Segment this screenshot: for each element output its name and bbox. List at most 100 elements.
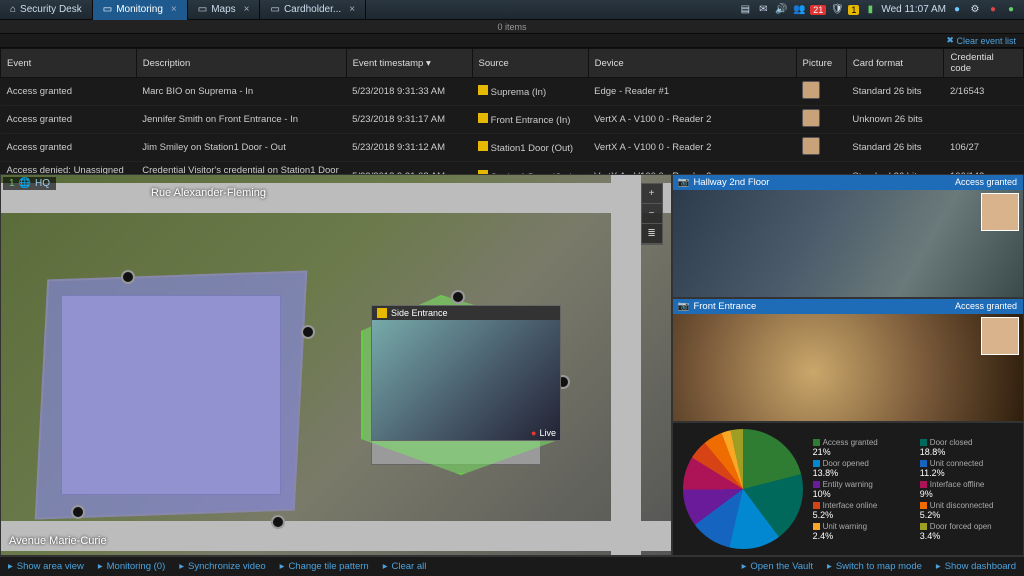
map-layers[interactable]: ≣ xyxy=(642,224,662,244)
close-icon[interactable]: × xyxy=(171,4,177,15)
tray-icon[interactable]: ● xyxy=(1004,3,1018,17)
avatar[interactable] xyxy=(802,81,820,99)
legend-label: Door closed xyxy=(930,438,973,447)
legend-item[interactable]: Unit warning2.4% xyxy=(813,522,910,541)
tray-signal-icon[interactable]: ▮ xyxy=(863,3,877,17)
cell-event: Access granted xyxy=(1,78,137,106)
col-header[interactable]: Device xyxy=(588,49,796,78)
tray-settings-icon[interactable]: ⚙ xyxy=(968,3,982,17)
clear-icon: ✖ xyxy=(946,35,954,46)
sb-monitoring-0-[interactable]: ▸Monitoring (0) xyxy=(98,561,165,572)
system-tray: ▤ ✉ 🔊 👥 21 🛡 1 ▮ Wed 11:07 AM ● ⚙ ● ● xyxy=(738,3,1024,17)
legend-item[interactable]: Interface offline9% xyxy=(920,480,1017,499)
home-icon: ⌂ xyxy=(10,4,16,15)
sb-synchronize-video[interactable]: ▸Synchronize video xyxy=(179,561,265,572)
tray-icon[interactable]: 👥 xyxy=(792,3,806,17)
legend-swatch xyxy=(813,481,820,488)
legend-item[interactable]: Interface online5.2% xyxy=(813,501,910,520)
map-camera-dot[interactable] xyxy=(301,325,315,339)
legend-item[interactable]: Unit connected11.2% xyxy=(920,459,1017,478)
mapmode-icon: ▸ xyxy=(827,561,832,572)
cell-fmt: Unknown 26 bits xyxy=(846,106,944,134)
cell-event: Access granted xyxy=(1,134,137,162)
tray-icon[interactable]: ▤ xyxy=(738,3,752,17)
street-label: Avenue Marie-Curie xyxy=(9,535,107,547)
tray-volume-icon[interactable]: 🔊 xyxy=(774,3,788,17)
tab-label: Maps xyxy=(211,4,235,15)
table-row[interactable]: Access grantedMarc BIO on Suprema - In5/… xyxy=(1,78,1024,106)
sb-label: Show dashboard xyxy=(945,561,1016,572)
popup-video[interactable]: Live xyxy=(372,320,560,440)
legend-pct: 10% xyxy=(813,489,910,499)
col-header[interactable]: Source xyxy=(472,49,588,78)
legend-pct: 18.8% xyxy=(920,447,1017,457)
avatar[interactable] xyxy=(802,137,820,155)
legend-label: Unit disconnected xyxy=(930,501,994,510)
tab-maps[interactable]: ▭Maps× xyxy=(188,0,261,20)
legend-item[interactable]: Access granted21% xyxy=(813,438,910,457)
sb-change-tile-pattern[interactable]: ▸Change tile pattern xyxy=(280,561,369,572)
legend-item[interactable]: Door forced open3.4% xyxy=(920,522,1017,541)
pie-chart[interactable] xyxy=(683,429,803,549)
legend-item[interactable]: Unit disconnected5.2% xyxy=(920,501,1017,520)
close-icon[interactable]: × xyxy=(349,4,355,15)
map-panel[interactable]: Rue Alexander-Fleming Avenue Marie-Curie… xyxy=(0,174,672,556)
sb-label: Switch to map mode xyxy=(836,561,922,572)
tray-alert-badge[interactable]: 21 xyxy=(810,5,826,15)
cell-event: Access granted xyxy=(1,106,137,134)
map-camera-dot[interactable] xyxy=(271,515,285,529)
col-header[interactable]: Event xyxy=(1,49,137,78)
map-camera-dot[interactable] xyxy=(121,270,135,284)
face-thumbnail[interactable] xyxy=(981,317,1019,355)
legend-pct: 5.2% xyxy=(920,510,1017,520)
col-header[interactable]: Event timestamp ▾ xyxy=(346,49,472,78)
legend-swatch xyxy=(813,460,820,467)
app-tab[interactable]: ⌂ Security Desk xyxy=(0,0,93,20)
sb-show-area-view[interactable]: ▸Show area view xyxy=(8,561,84,572)
tray-icon[interactable]: ● xyxy=(986,3,1000,17)
tab-monitoring[interactable]: ▭Monitoring× xyxy=(93,0,188,20)
table-row[interactable]: Access grantedJim Smiley on Station1 Doo… xyxy=(1,134,1024,162)
map-zoom-in[interactable]: + xyxy=(642,184,662,204)
cell-cred: 2/16543 xyxy=(944,78,1024,106)
tab-cardholder-[interactable]: ▭Cardholder...× xyxy=(260,0,366,20)
table-row[interactable]: Access grantedJennifer Smith on Front En… xyxy=(1,106,1024,134)
sb-open-the-vault[interactable]: ▸Open the Vault xyxy=(742,561,813,572)
face-thumbnail[interactable] xyxy=(981,193,1019,231)
legend-pct: 21% xyxy=(813,447,910,457)
video-tile-hallway[interactable]: 📷Hallway 2nd Floor Access granted xyxy=(672,174,1024,298)
tray-icon[interactable]: 🛡 xyxy=(830,3,844,17)
map-zoom-out[interactable]: − xyxy=(642,204,662,224)
legend-item[interactable]: Door closed18.8% xyxy=(920,438,1017,457)
col-header[interactable]: Credential code xyxy=(944,49,1024,78)
map-camera-dot[interactable] xyxy=(451,290,465,304)
tray-icon[interactable]: ● xyxy=(950,3,964,17)
map-camera-popup[interactable]: Side Entrance Live xyxy=(371,305,561,441)
video-tile-front[interactable]: 📷Front Entrance Access granted xyxy=(672,298,1024,422)
camera-icon: 📷 xyxy=(678,177,690,188)
avatar[interactable] xyxy=(802,109,820,127)
legend-item[interactable]: Door opened13.8% xyxy=(813,459,910,478)
tray-warn-badge[interactable]: 1 xyxy=(848,5,859,15)
sb-label: Open the Vault xyxy=(750,561,813,572)
sb-switch-to-map-mode[interactable]: ▸ Switch to map mode xyxy=(827,561,922,572)
map-zone-a[interactable] xyxy=(35,270,308,519)
cell-dev: VertX A - V100 0 - Reader 2 xyxy=(588,106,796,134)
main-area: Rue Alexander-Fleming Avenue Marie-Curie… xyxy=(0,174,1024,556)
table-row[interactable]: Access denied: Unassigned credentialCred… xyxy=(1,162,1024,175)
map-camera-dot[interactable] xyxy=(71,505,85,519)
live-badge: Live xyxy=(531,428,556,438)
cell-src: Front Entrance (In) xyxy=(472,106,588,134)
tray-icon[interactable]: ✉ xyxy=(756,3,770,17)
col-header[interactable]: Description xyxy=(136,49,346,78)
clear-event-list[interactable]: ✖ Clear event list xyxy=(0,34,1024,48)
close-icon[interactable]: × xyxy=(244,4,250,15)
cell-fmt: Standard 26 bits xyxy=(846,162,944,175)
legend-item[interactable]: Entity warning10% xyxy=(813,480,910,499)
cell-pic xyxy=(796,162,846,175)
sb-clear-all[interactable]: ▸Clear all xyxy=(383,561,427,572)
col-header[interactable]: Card format xyxy=(846,49,944,78)
sb-show-dashboard[interactable]: ▸Show dashboard xyxy=(936,561,1016,572)
col-header[interactable]: Picture xyxy=(796,49,846,78)
sb-label: Change tile pattern xyxy=(288,561,368,572)
